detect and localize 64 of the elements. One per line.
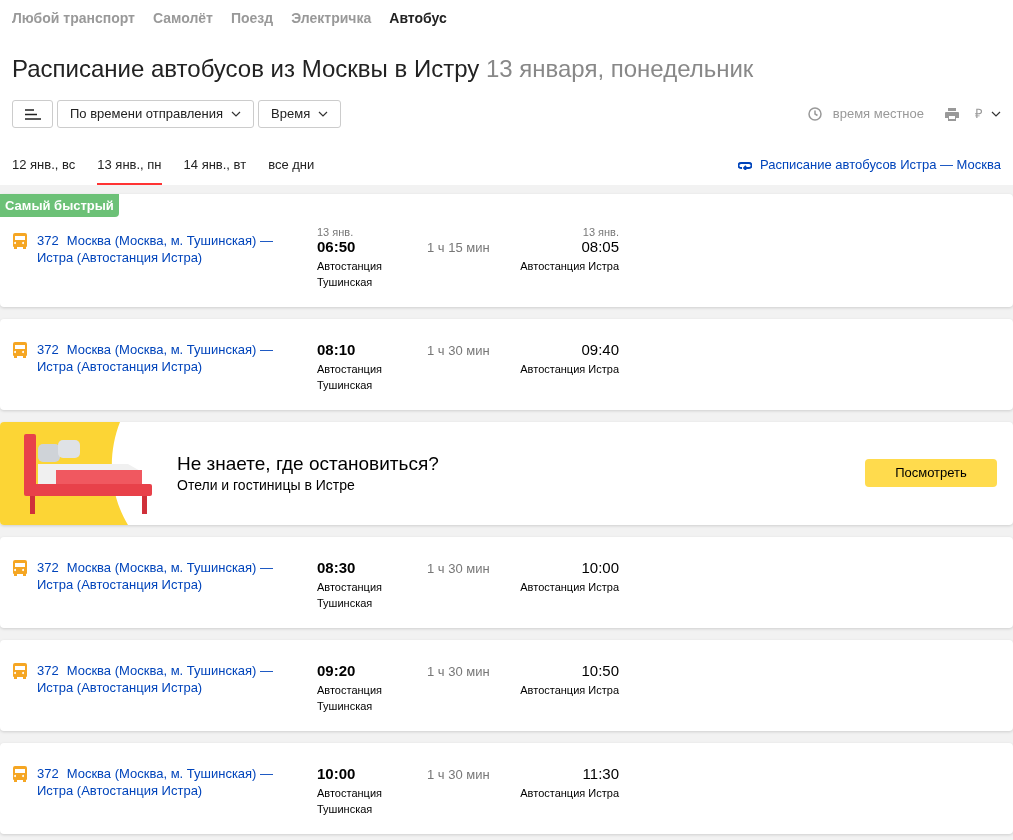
arrival-time: 09:40 xyxy=(580,340,619,359)
ad-subtitle: Отели и гостиницы в Истре xyxy=(177,476,356,494)
route-link[interactable]: 372 Москва (Москва, м. Тушинская) — Истра (Автостанция Истра) xyxy=(37,340,303,375)
departure-date: 13 янв. xyxy=(317,224,355,238)
chevron-icon xyxy=(318,111,329,117)
bus-icon xyxy=(13,232,27,250)
trip-card[interactable]: Самый быстрый 372 Москва (Москва, м. Тушинская) — Истра (Автостанция Истра) 13 янв. 06:50 Автостанция Тушинская 1 ч 15 мин 13 янв. 08:05 Автостанция Истра xyxy=(0,193,1013,307)
chevron-icon xyxy=(231,111,242,117)
swap-icon xyxy=(738,159,753,170)
departure-time: 10:00 xyxy=(317,764,357,783)
departure-station: Автостанция Тушинская xyxy=(317,785,383,817)
arrival-time: 10:00 xyxy=(580,558,619,577)
date-tab[interactable]: 14 янв., вт xyxy=(183,155,247,185)
transport-tab[interactable]: Автобус xyxy=(389,9,447,27)
reverse-route-link[interactable]: Расписание автобусов Истра — Москва xyxy=(738,155,1001,185)
view-button[interactable]: Посмотреть xyxy=(865,459,997,487)
departure-time: 08:10 xyxy=(317,340,357,359)
departure-station: Автостанция Тушинская xyxy=(317,682,383,714)
arrival-station: Автостанция Истра xyxy=(519,785,619,801)
date-tab[interactable]: все дни xyxy=(268,155,315,185)
arrival-time: 11:30 xyxy=(581,764,619,783)
trip-card[interactable]: 372 Москва (Москва, м. Тушинская) — Истра (Автостанция Истра) 08:30 Автостанция Тушинская 1 ч 30 мин 10:00 Автостанция Истра xyxy=(0,536,1013,628)
departure-station: Автостанция Тушинская xyxy=(317,258,383,290)
route-link[interactable]: 372 Москва (Москва, м. Тушинская) — Истра (Автостанция Истра) xyxy=(37,661,303,696)
trip-duration: 1 ч 15 мин xyxy=(427,238,491,256)
arrival-time: 08:05 xyxy=(580,237,619,256)
departure-station: Автостанция Тушинская xyxy=(317,361,383,393)
page-title: Расписание автобусов из Москвы в Истру 13 января, понедельник xyxy=(12,54,755,84)
bus-icon xyxy=(13,662,27,680)
sort-dropdown[interactable]: По времени отправления xyxy=(57,100,255,128)
trip-duration: 1 ч 30 мин xyxy=(427,559,491,577)
date-tab[interactable]: 13 янв., пн xyxy=(97,155,162,185)
ad-title: Не знаете, где остановиться? xyxy=(177,452,440,476)
arrival-station: Автостанция Истра xyxy=(519,682,619,698)
time-dropdown[interactable]: Время xyxy=(258,100,342,128)
bus-icon xyxy=(13,765,27,783)
trip-card[interactable]: 372 Москва (Москва, м. Тушинская) — Истра (Автостанция Истра) 09:20 Автостанция Тушинская 1 ч 30 мин 10:50 Автостанция Истра xyxy=(0,639,1013,731)
route-link[interactable]: 372 Москва (Москва, м. Тушинская) — Истра (Автостанция Истра) xyxy=(37,764,303,799)
bus-icon xyxy=(13,559,27,577)
timezone-note: время местное xyxy=(832,105,924,124)
filter-button[interactable] xyxy=(12,100,53,128)
route-link[interactable]: 372 Москва (Москва, м. Тушинская) — Истра (Автостанция Истра) xyxy=(37,558,303,593)
arrival-station: Автостанция Истра xyxy=(519,579,619,595)
arrival-date: 13 янв. xyxy=(581,224,619,238)
print-icon[interactable] xyxy=(945,107,959,121)
arrival-station: Автостанция Истра xyxy=(519,361,619,377)
menu-icon xyxy=(24,108,41,120)
trip-card[interactable]: 372 Москва (Москва, м. Тушинская) — Истра (Автостанция Истра) 08:10 Автостанция Тушинская 1 ч 30 мин 09:40 Автостанция Истра xyxy=(0,318,1013,410)
clock-icon xyxy=(807,107,822,121)
trip-duration: 1 ч 30 мин xyxy=(427,341,491,359)
departure-time: 06:50 xyxy=(317,237,357,256)
departure-time: 09:20 xyxy=(317,661,357,680)
chevron-icon xyxy=(991,111,1001,117)
arrival-station: Автостанция Истра xyxy=(519,258,619,274)
arrival-time: 10:50 xyxy=(580,661,619,680)
trip-duration: 1 ч 30 мин xyxy=(427,662,491,680)
fastest-badge: Самый быстрый xyxy=(0,193,119,217)
trip-duration: 1 ч 30 мин xyxy=(427,765,491,783)
bus-icon xyxy=(13,341,27,359)
departure-station: Автостанция Тушинская xyxy=(317,579,383,611)
trip-card[interactable]: 372 Москва (Москва, м. Тушинская) — Истра (Автостанция Истра) 10:00 Автостанция Тушинская 1 ч 30 мин 11:30 Автостанция Истра xyxy=(0,742,1013,834)
route-link[interactable]: 372 Москва (Москва, м. Тушинская) — Истра (Автостанция Истра) xyxy=(37,231,303,266)
date-tab[interactable]: 12 янв., вс xyxy=(12,155,76,185)
departure-time: 08:30 xyxy=(317,558,357,577)
